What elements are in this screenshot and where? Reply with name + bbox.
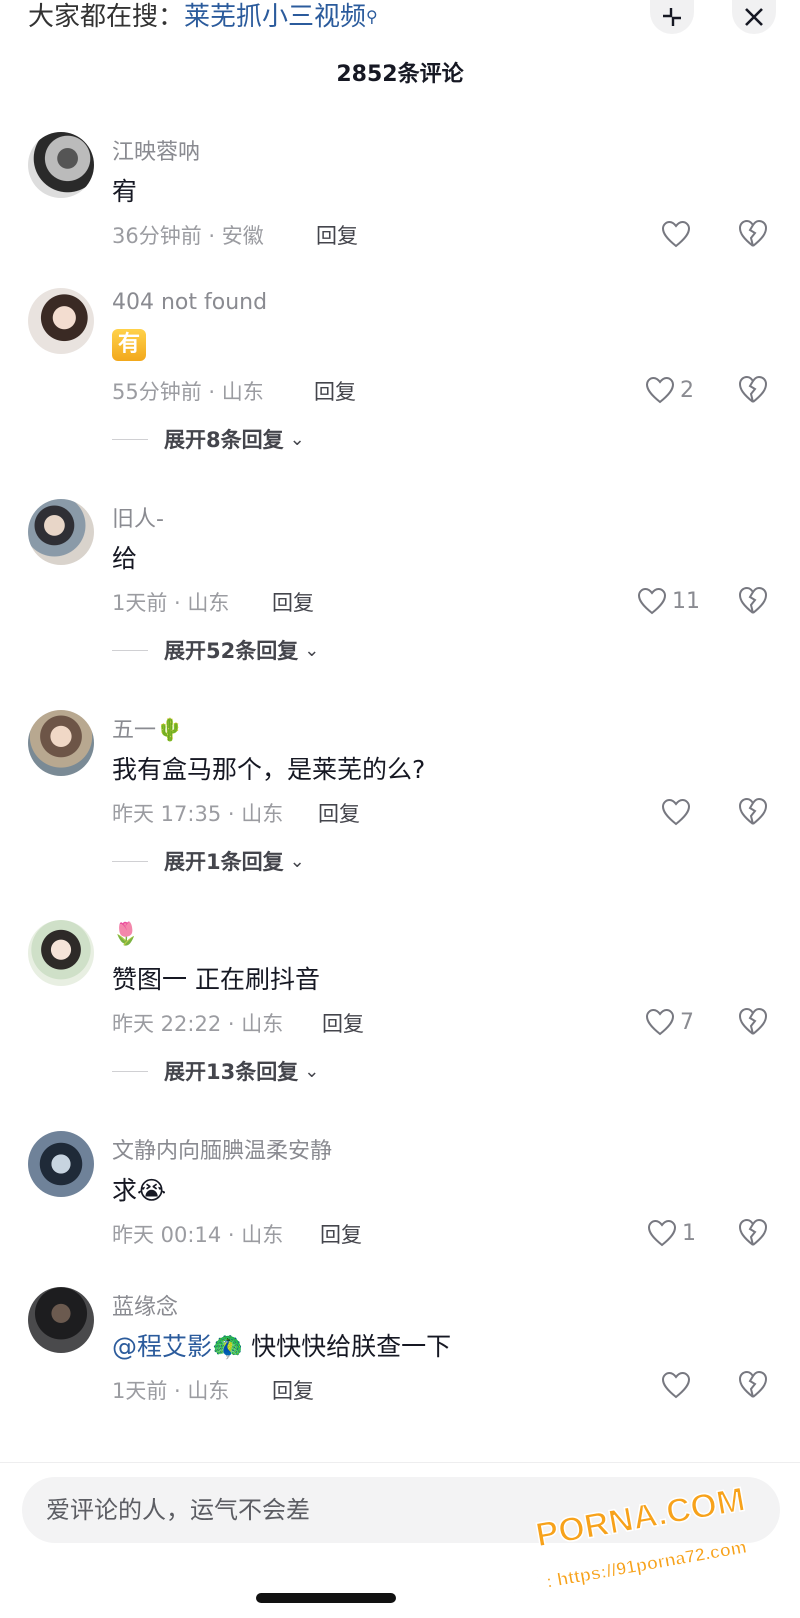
heart-icon: [647, 1219, 677, 1247]
comment-username[interactable]: 江映蓉呐: [112, 134, 200, 166]
search-icon: ⚲: [366, 7, 378, 26]
like-button[interactable]: 7: [644, 1004, 694, 1040]
home-indicator[interactable]: [256, 1593, 396, 1603]
comment-meta: 昨天 22:22 · 山东: [112, 1012, 284, 1036]
search-suggestion[interactable]: 大家都在搜：莱芜抓小三视频⚲: [28, 0, 378, 34]
like-button[interactable]: [660, 216, 692, 252]
heart-icon: [645, 1008, 675, 1036]
like-button[interactable]: 1: [646, 1215, 696, 1251]
like-count: 2: [680, 377, 694, 403]
reply-button[interactable]: 回复: [314, 376, 356, 406]
heart-icon: [661, 220, 691, 248]
chevron-down-icon: ⌄: [304, 639, 320, 661]
comment-meta: 昨天 00:14 · 山东: [112, 1223, 284, 1247]
heart-icon: [645, 376, 675, 404]
top-bar: 大家都在搜：莱芜抓小三视频⚲: [0, 0, 800, 40]
avatar[interactable]: [28, 132, 94, 198]
reply-button[interactable]: 回复: [272, 587, 314, 617]
broken-heart-icon[interactable]: [736, 794, 770, 828]
search-suggestion-prefix: 大家都在搜：: [28, 2, 185, 32]
expand-replies-label: 展开8条回复: [164, 428, 284, 452]
comment-meta: 55分钟前 · 山东: [112, 380, 264, 404]
comment-text: @程艾影🦚 快快快给朕查一下: [112, 1327, 451, 1363]
search-suggestion-keyword[interactable]: 莱芜抓小三视频: [184, 2, 366, 32]
like-count: 7: [680, 1009, 694, 1035]
comment-username[interactable]: 404 not found: [112, 290, 267, 315]
minimize-button[interactable]: [650, 0, 694, 34]
divider-line: [112, 649, 148, 651]
comment-meta: 昨天 17:35 · 山东: [112, 802, 284, 826]
expand-replies-button[interactable]: 展开1条回复 ⌄: [112, 846, 305, 876]
comment-input-bar: 爱评论的人，运气不会差 PORNA.COM 看完整版: https://91po…: [0, 1462, 800, 1618]
broken-heart-icon[interactable]: [736, 1367, 770, 1401]
reply-button[interactable]: 回复: [272, 1375, 314, 1405]
svg-text:看完整版: https://91porna72.com: 看完整版: https://91porna72.com: [473, 1536, 748, 1593]
broken-heart-icon[interactable]: [736, 1215, 770, 1249]
avatar[interactable]: [28, 710, 94, 776]
broken-heart-icon[interactable]: [736, 1004, 770, 1038]
heart-icon: [661, 798, 691, 826]
comment-username[interactable]: 五一🌵: [112, 712, 183, 744]
expand-replies-button[interactable]: 展开13条回复 ⌄: [112, 1056, 319, 1086]
chevron-down-icon: ⌄: [304, 1060, 320, 1082]
reply-button[interactable]: 回复: [316, 220, 358, 250]
comment-meta: 1天前 · 山东: [112, 591, 230, 615]
avatar[interactable]: [28, 1287, 94, 1353]
close-icon: [745, 8, 763, 26]
comment-text: 给: [112, 544, 138, 573]
expand-replies-button[interactable]: 展开8条回复 ⌄: [112, 424, 305, 454]
comment-username[interactable]: 蓝缘念: [112, 1289, 178, 1321]
reply-button[interactable]: 回复: [318, 798, 360, 828]
comment-text: 宥: [112, 177, 138, 206]
you-emoji-sticker: 有: [112, 329, 146, 361]
like-button[interactable]: [660, 794, 692, 830]
broken-heart-icon[interactable]: [736, 583, 770, 617]
divider-line: [112, 438, 148, 440]
heart-icon: [661, 1371, 691, 1399]
comment-body: 快快快给朕查一下: [243, 1332, 452, 1361]
avatar[interactable]: [28, 288, 94, 354]
like-button[interactable]: [660, 1367, 692, 1403]
close-button[interactable]: [732, 0, 776, 34]
comment-text: 我有盒马那个，是莱芜的么?: [112, 755, 426, 784]
broken-heart-icon[interactable]: [736, 372, 770, 406]
comment-username[interactable]: 旧人-: [112, 501, 164, 533]
comment-meta: 1天前 · 山东: [112, 1379, 230, 1403]
comment-count-title: 2852条评论: [336, 62, 464, 87]
reply-button[interactable]: 回复: [320, 1219, 362, 1249]
avatar[interactable]: [28, 920, 94, 986]
comment-text: 赞图一 正在刷抖音: [112, 965, 320, 994]
avatar[interactable]: [28, 499, 94, 565]
expand-replies-button[interactable]: 展开52条回复 ⌄: [112, 635, 319, 665]
minimize-icon: [663, 8, 681, 26]
expand-replies-label: 展开52条回复: [164, 639, 299, 663]
watermark-logo: PORNA.COM 看完整版: https://91porna72.com: [472, 1483, 748, 1593]
like-count: 11: [672, 588, 700, 614]
comment-meta: 36分钟前 · 安徽: [112, 224, 264, 248]
chevron-down-icon: ⌄: [289, 428, 305, 450]
divider-line: [112, 860, 148, 862]
broken-heart-icon[interactable]: [736, 216, 770, 250]
divider-line: [112, 1070, 148, 1072]
expand-replies-label: 展开13条回复: [164, 1060, 299, 1084]
like-count: 1: [682, 1220, 696, 1246]
like-button[interactable]: 11: [636, 583, 700, 619]
comment-text: 有: [112, 328, 146, 361]
like-button[interactable]: 2: [644, 372, 694, 408]
comment-username[interactable]: 文静内向腼腆温柔安静: [112, 1133, 332, 1165]
expand-replies-label: 展开1条回复: [164, 850, 284, 874]
reply-button[interactable]: 回复: [322, 1008, 364, 1038]
comment-text: 求😭: [112, 1176, 167, 1205]
heart-icon: [637, 587, 667, 615]
chevron-down-icon: ⌄: [289, 850, 305, 872]
mention-link[interactable]: @程艾影🦚: [112, 1332, 243, 1361]
avatar[interactable]: [28, 1131, 94, 1197]
comment-username[interactable]: 🌷: [112, 922, 139, 947]
